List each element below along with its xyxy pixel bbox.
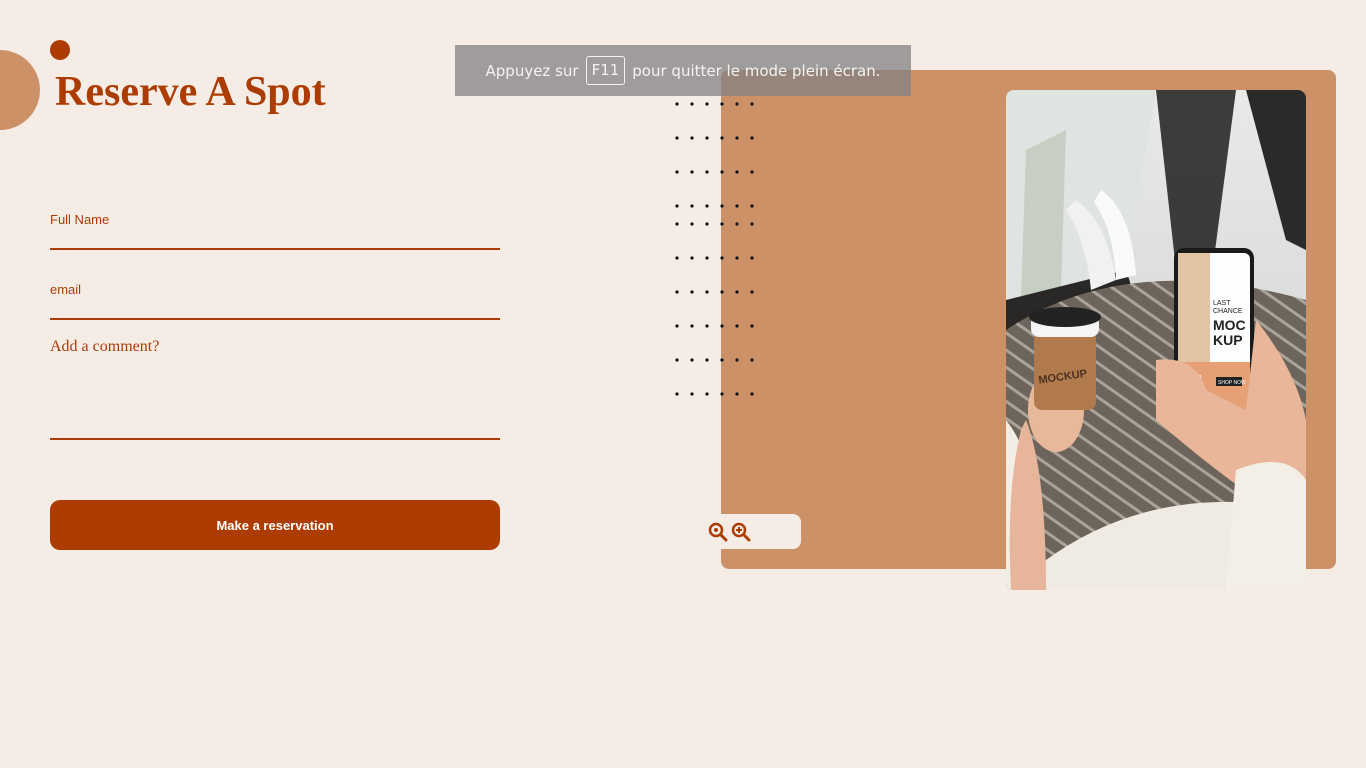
- phone-text-last: LAST: [1213, 300, 1231, 307]
- decorative-circle-large: [0, 50, 40, 130]
- comment-textarea[interactable]: [50, 338, 500, 438]
- full-name-field: Full Name: [50, 212, 500, 253]
- decorative-circle-small: [50, 40, 70, 60]
- phone-text-kup: KUP: [1213, 332, 1243, 348]
- full-name-input[interactable]: [50, 233, 500, 253]
- phone-text-chance: CHANCE: [1213, 308, 1243, 315]
- comment-field: [50, 338, 500, 440]
- fullscreen-notice-text-before: Appuyez sur: [485, 61, 579, 80]
- page-title: Reserve A Spot: [55, 69, 326, 115]
- email-field: email: [50, 282, 500, 323]
- email-label: email: [50, 282, 82, 297]
- dot-grid-decoration: [675, 102, 754, 396]
- fullscreen-notice-text-after: pour quitter le mode plein écran.: [632, 61, 881, 80]
- phone-shop-button: SHOP NOW: [1218, 380, 1246, 386]
- zoom-controls: [704, 514, 801, 549]
- fullscreen-notice: Appuyez sur F11 pour quitter le mode ple…: [455, 45, 911, 96]
- phone-text-moc: MOC: [1213, 317, 1246, 333]
- email-input[interactable]: [50, 303, 500, 323]
- make-reservation-button[interactable]: Make a reservation: [50, 500, 500, 550]
- product-photo: MOCKUP LAST CHANCE MOC KUP SHOP NOW: [1006, 90, 1306, 590]
- zoom-pin-icon[interactable]: [708, 522, 728, 542]
- full-name-label: Full Name: [50, 212, 110, 227]
- zoom-in-icon[interactable]: [731, 522, 751, 542]
- f11-key-hint: F11: [585, 56, 626, 85]
